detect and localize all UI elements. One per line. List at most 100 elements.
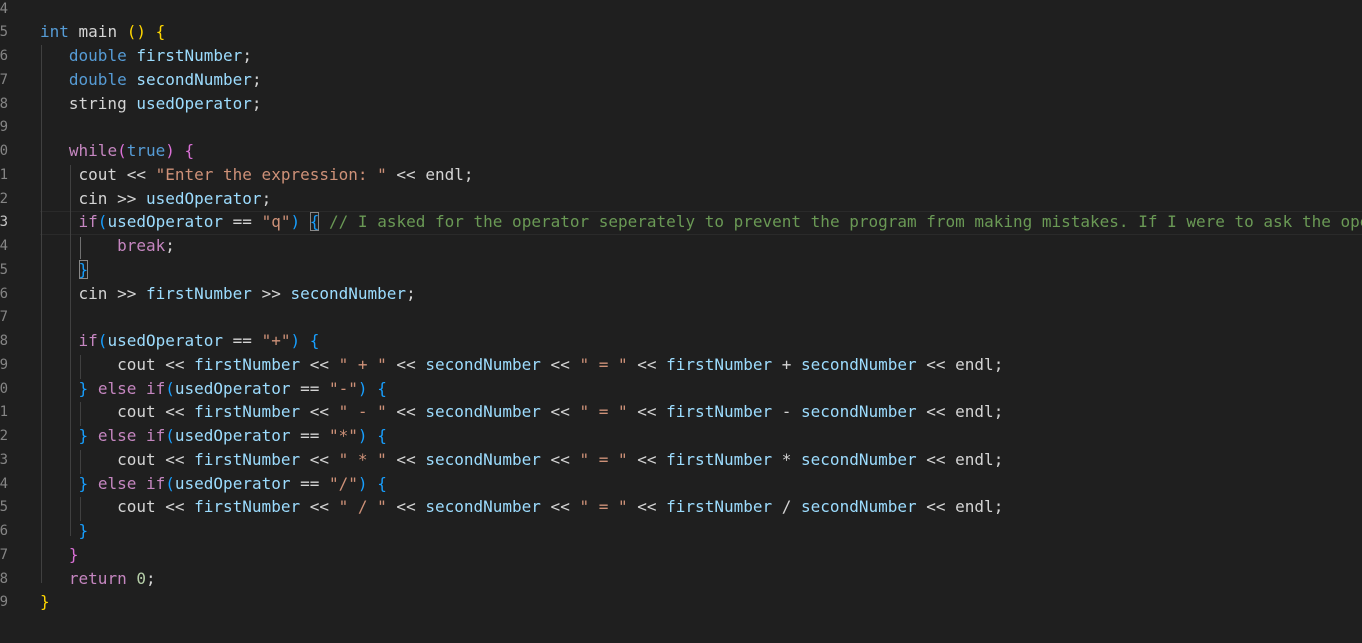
code-area[interactable]: int main () { double firstNumber; double… [40, 0, 1362, 643]
code-token: " = " [579, 449, 628, 469]
code-token: } [78, 521, 89, 540]
code-token: * [772, 449, 802, 469]
code-token: << [300, 497, 339, 517]
code-token: "Enter the expression: " [155, 164, 387, 184]
code-line[interactable]: double secondNumber; [40, 68, 262, 92]
code-token: " + " [338, 354, 387, 374]
code-line[interactable]: } [40, 519, 89, 543]
code-token: firstNumber [666, 354, 773, 374]
code-token: << endl; [916, 354, 1004, 374]
code-token: secondNumber [425, 354, 541, 374]
code-line[interactable]: cout << "Enter the expression: " << endl… [40, 163, 474, 187]
code-token: firstNumber [194, 402, 301, 422]
line-number: 4 [0, 238, 8, 254]
line-number: 0 [0, 143, 8, 159]
code-token: ) [290, 331, 301, 350]
code-token: << [540, 354, 580, 374]
line-number: 0 [0, 380, 8, 397]
code-line[interactable]: while(true) { [40, 139, 194, 163]
code-token: { [309, 212, 320, 232]
code-token: secondNumber [290, 283, 407, 303]
code-token: firstNumber [666, 449, 773, 469]
line-number: 5 [0, 499, 8, 516]
code-token: << endl; [916, 402, 1004, 422]
code-line[interactable]: cin >> firstNumber >> secondNumber; [40, 282, 416, 306]
code-token: == [223, 212, 262, 232]
code-line[interactable]: break; [40, 234, 175, 258]
code-token: firstNumber [194, 497, 301, 517]
code-line[interactable]: } else if(usedOperator == "/") { [40, 472, 387, 496]
code-token: " = " [579, 497, 628, 517]
code-line[interactable]: int main () { [40, 20, 165, 44]
code-token: secondNumber [425, 497, 541, 517]
code-token: << [386, 354, 426, 374]
code-line[interactable]: cout << firstNumber << " + " << secondNu… [40, 353, 1003, 377]
line-number: 5 [0, 261, 8, 278]
code-token: usedOperator [145, 188, 262, 208]
code-token: == [290, 473, 330, 493]
code-token: usedOperator [107, 331, 224, 350]
code-token: { [377, 426, 387, 445]
line-number: 3 [0, 214, 8, 231]
code-token: secondNumber [425, 449, 541, 469]
code-line[interactable]: cout << firstNumber << " / " << secondNu… [40, 495, 1003, 519]
code-token: if [145, 473, 166, 493]
code-line[interactable]: cout << firstNumber << " * " << secondNu… [40, 448, 1003, 472]
code-token: "q" [261, 212, 291, 232]
line-number: 7 [0, 309, 8, 326]
code-token: else [97, 426, 137, 445]
code-token: } [68, 544, 79, 564]
code-line[interactable]: } else if(usedOperator == "-") { [40, 377, 387, 401]
code-line[interactable]: } [40, 258, 89, 282]
code-token: () [126, 22, 146, 42]
code-token: << [386, 497, 426, 517]
code-token: " * " [338, 449, 387, 469]
code-token: usedOperator [136, 93, 252, 113]
line-number: 8 [0, 333, 8, 349]
code-token: ; [261, 188, 272, 208]
code-line[interactable]: if(usedOperator == "q") { // I asked for… [40, 210, 1362, 234]
code-line[interactable]: string usedOperator; [40, 92, 262, 116]
line-number: 3 [0, 451, 8, 468]
code-token: ) [357, 473, 368, 493]
code-token: ( [97, 331, 108, 350]
line-number: 7 [0, 71, 8, 88]
code-line[interactable]: return 0; [40, 567, 156, 591]
code-token: ) [357, 378, 368, 398]
code-line[interactable]: if(usedOperator == "+") { [40, 329, 320, 353]
code-token: "*" [329, 426, 358, 445]
code-line[interactable]: cout << firstNumber << " - " << secondNu… [40, 400, 1003, 424]
code-token: // I asked for the operator seperately t… [329, 212, 1362, 232]
code-line[interactable]: cin >> usedOperator; [40, 187, 272, 211]
code-token: } [40, 592, 50, 612]
code-token: else [97, 378, 137, 398]
code-token: usedOperator [174, 426, 291, 445]
code-token: if [145, 426, 166, 445]
code-token: { [377, 473, 387, 493]
code-line[interactable]: } [40, 590, 50, 614]
line-number: 6 [0, 523, 8, 539]
code-token: ) [357, 426, 368, 445]
line-number: 9 [0, 594, 8, 611]
code-line[interactable]: } [40, 543, 79, 567]
code-line[interactable]: } else if(usedOperator == "*") { [40, 424, 387, 448]
code-line[interactable]: double firstNumber; [40, 44, 252, 68]
code-editor[interactable]: 4 5 6 7 8 9 0 1 2 3 4 5 6 7 8 9 0 1 2 3 4 5 6 7 8 9 int main () {… [0, 0, 1362, 643]
code-token: if [145, 378, 166, 398]
code-token: { [184, 141, 195, 160]
line-number: 8 [0, 570, 8, 587]
